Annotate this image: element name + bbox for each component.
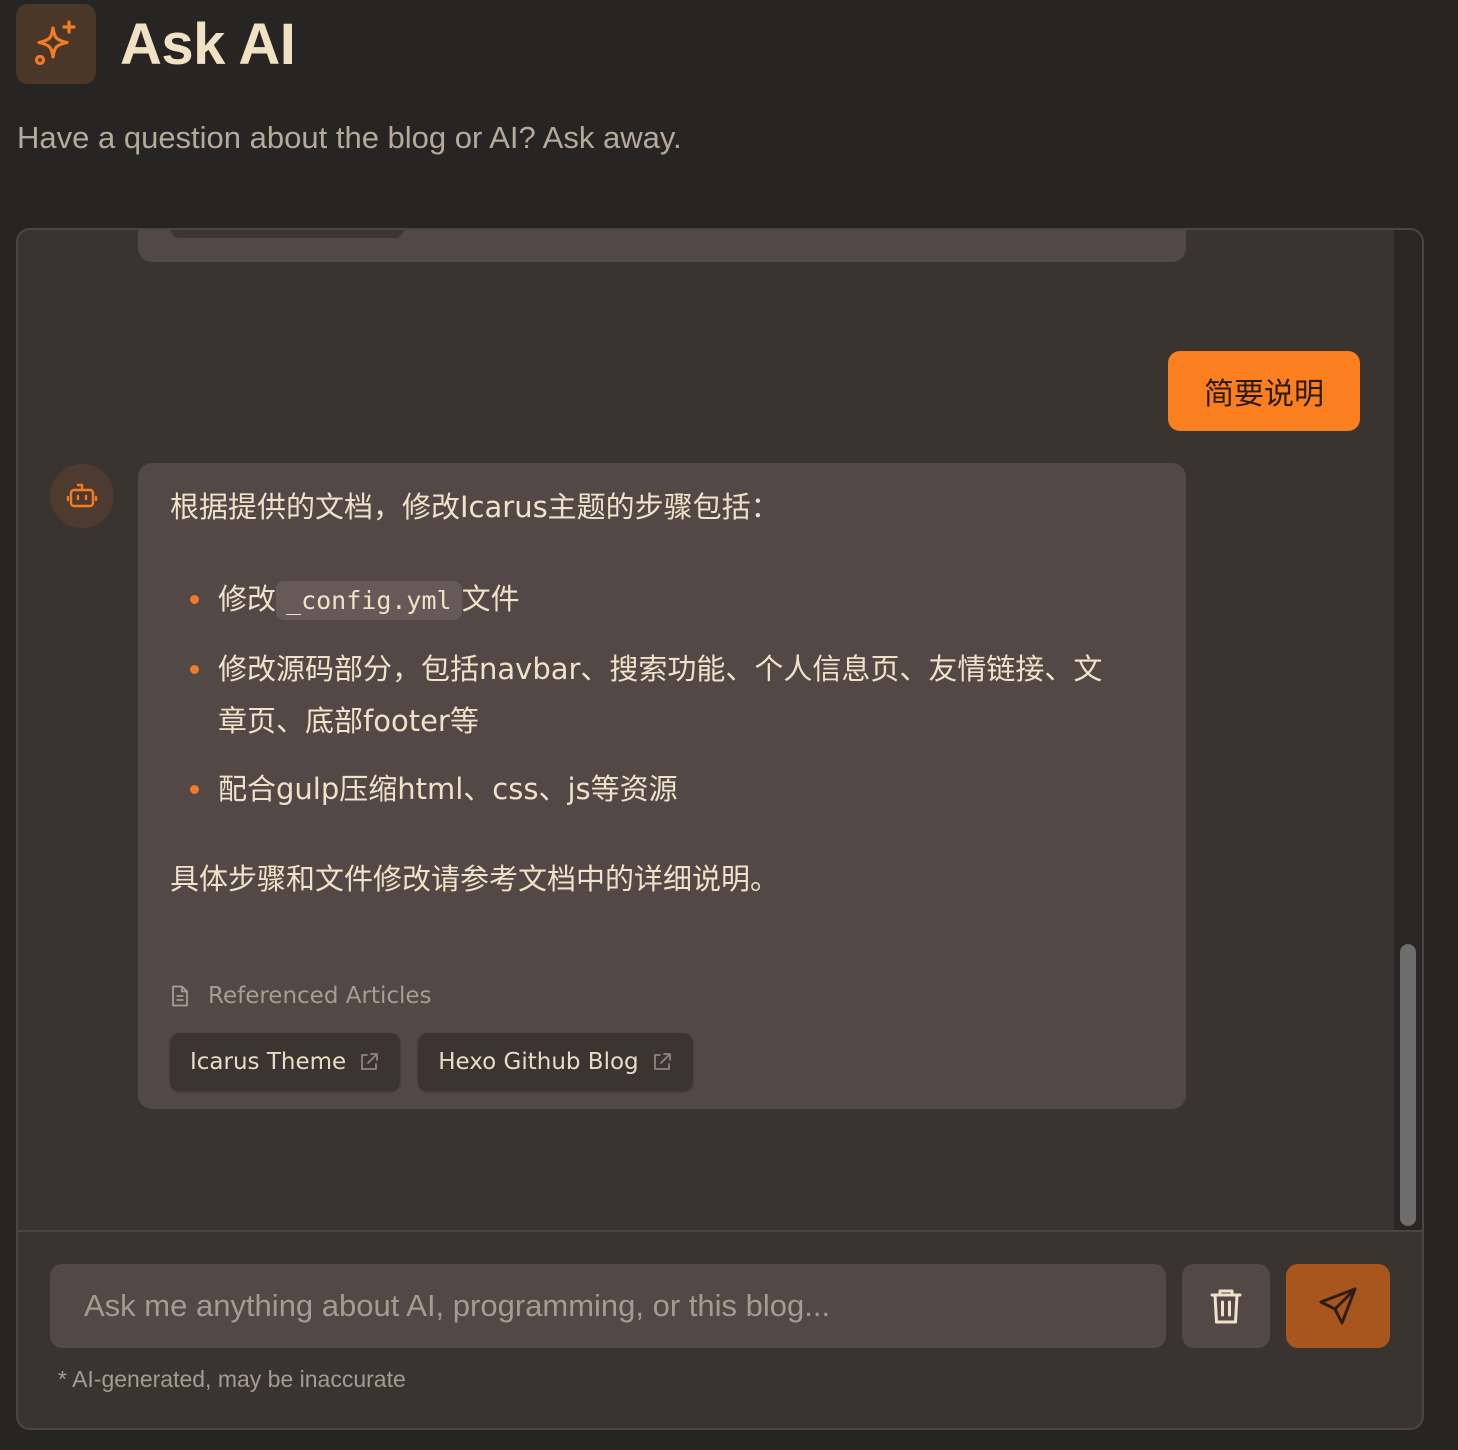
page-subtitle: Have a question about the blog or AI? As…: [17, 120, 682, 155]
scrollbar-thumb[interactable]: [1400, 944, 1416, 1226]
list-item-text: 修改源码部分，包括navbar、搜索功能、个人信息页、友情链接、文章页、底部fo…: [218, 652, 1103, 738]
page-title: Ask AI: [120, 11, 296, 77]
chat-input[interactable]: [50, 1264, 1166, 1348]
reference-link-label: Icarus Theme: [190, 1049, 347, 1075]
trash-icon: [1210, 1289, 1242, 1324]
scrollbar[interactable]: [1394, 230, 1422, 1230]
ai-avatar: [50, 464, 114, 528]
referenced-articles: Icarus Theme Hexo Github Blog: [170, 1033, 711, 1091]
reference-link-icarus-theme[interactable]: Icarus Theme: [170, 1033, 401, 1091]
chat-panel: 简要说明 根据提供的文档，修改Icarus主题的步骤包括： 修改 _config.…: [16, 228, 1424, 1430]
composer: * AI-generated, may be inaccurate: [18, 1232, 1422, 1428]
clear-chat-button[interactable]: [1182, 1264, 1270, 1348]
referenced-articles-header: Referenced Articles: [170, 983, 432, 1009]
logo-badge: [16, 4, 96, 84]
ai-message-intro: 根据提供的文档，修改Icarus主题的步骤包括：: [170, 490, 780, 524]
sparkles-icon: [34, 20, 76, 66]
inline-code: _config.yml: [276, 581, 462, 620]
list-item-text: 修改: [218, 582, 277, 616]
list-item: 配合gulp压缩html、css、js等资源: [170, 763, 1110, 815]
send-button[interactable]: [1286, 1264, 1390, 1348]
list-item: 修改 _config.yml 文件: [170, 573, 1110, 627]
bot-icon: [66, 483, 98, 508]
ai-message: 根据提供的文档，修改Icarus主题的步骤包括： 修改 _config.yml 文件…: [138, 463, 1186, 1109]
referenced-articles-label: Referenced Articles: [208, 983, 432, 1009]
external-link-icon: [653, 1053, 671, 1070]
previous-ai-message: [138, 230, 1186, 262]
list-item-text: 配合gulp压缩html、css、js等资源: [218, 772, 678, 806]
ai-disclaimer: * AI-generated, may be inaccurate: [58, 1366, 406, 1392]
ai-message-outro: 具体步骤和文件修改请参考文档中的详细说明。: [170, 862, 780, 896]
list-item-text: 文件: [461, 582, 520, 616]
user-message: 简要说明: [1168, 351, 1360, 431]
reference-link-label: Hexo Github Blog: [438, 1049, 639, 1075]
message-list[interactable]: 简要说明 根据提供的文档，修改Icarus主题的步骤包括： 修改 _config.…: [18, 230, 1394, 1230]
external-link-icon: [361, 1053, 379, 1070]
page-header: Ask AI: [16, 4, 296, 84]
reference-link-hexo-github-blog[interactable]: Hexo Github Blog: [418, 1033, 693, 1091]
send-icon: [1319, 1287, 1357, 1325]
previous-reference-chip[interactable]: [170, 230, 404, 238]
ai-message-list: 修改 _config.yml 文件 修改源码部分，包括navbar、搜索功能、个人信…: [170, 573, 1154, 815]
list-item: 修改源码部分，包括navbar、搜索功能、个人信息页、友情链接、文章页、底部fo…: [170, 643, 1110, 747]
document-icon: [172, 985, 188, 1007]
